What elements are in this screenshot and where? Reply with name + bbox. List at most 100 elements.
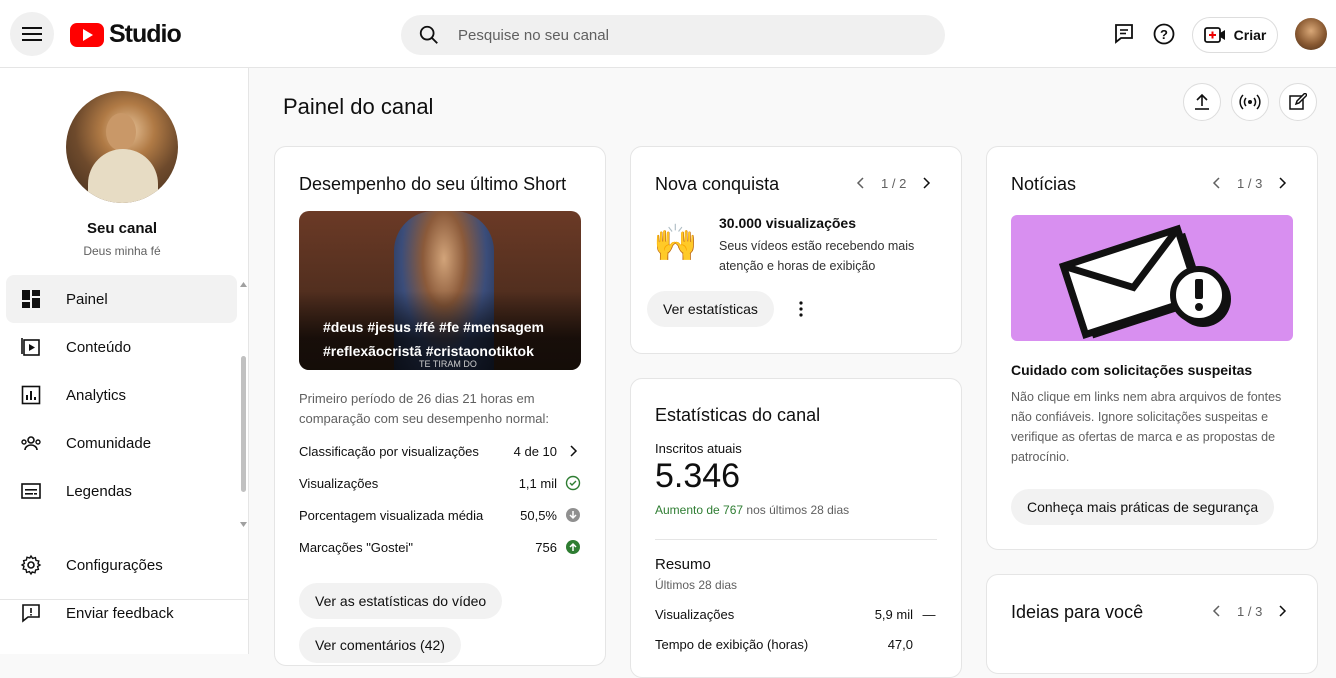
sidebar-item-label: Painel — [66, 290, 108, 308]
hamburger-icon — [22, 27, 42, 41]
community-icon — [21, 436, 41, 451]
check-circle-icon — [565, 475, 581, 491]
feedback-icon — [22, 604, 40, 623]
metric-row: Marcações "Gostei" 756 — [299, 539, 581, 555]
pager-text: 1 / 3 — [1237, 603, 1263, 619]
chevron-left-icon[interactable] — [1209, 603, 1225, 619]
studio-logo[interactable]: Studio — [70, 20, 182, 49]
card-title: Notícias — [1011, 174, 1077, 194]
card-title: Nova conquista — [655, 174, 780, 194]
chevron-right-icon — [570, 445, 578, 457]
view-stats-button[interactable]: Ver estatísticas — [647, 291, 774, 327]
card-pager: 1 / 3 — [1209, 603, 1290, 619]
live-broadcast-icon — [1239, 94, 1261, 110]
search-input[interactable]: Pesquise no seu canal — [458, 27, 609, 44]
sidebar-item-label: Comunidade — [66, 434, 152, 452]
go-live-button[interactable] — [1231, 83, 1269, 121]
sidebar-item-analytics[interactable]: Analytics — [6, 371, 237, 419]
sidebar-item-label: Configurações — [66, 556, 163, 574]
short-thumbnail[interactable]: #deus #jesus #fé #fe #mensagem #reflexão… — [299, 211, 581, 370]
sidebar-item-label: Legendas — [66, 482, 132, 500]
security-practices-button[interactable]: Conheça mais práticas de segurança — [1011, 489, 1275, 525]
account-avatar[interactable] — [1295, 18, 1327, 50]
sidebar-item-label: Analytics — [66, 386, 127, 404]
card-pager: 1 / 2 — [853, 175, 934, 191]
channel-stats-card: Estatísticas do canal Inscritos atuais 5… — [630, 378, 962, 678]
video-stats-button[interactable]: Ver as estatísticas do vídeo — [299, 583, 503, 619]
dashboard-icon — [22, 290, 40, 308]
pager-text: 1 / 2 — [881, 175, 907, 191]
logo-text: Studio — [109, 20, 182, 48]
arrow-down-circle-icon — [566, 508, 580, 522]
period-text: Primeiro período de 26 dias 21 horas em … — [299, 391, 550, 426]
short-performance-card: Desempenho do seu último Short #deus #je… — [274, 146, 606, 666]
summary-title: Resumo — [655, 556, 711, 573]
card-pager: 1 / 3 — [1209, 175, 1290, 191]
scroll-up-icon[interactable] — [240, 281, 247, 287]
section-divider — [655, 539, 937, 540]
scroll-down-icon[interactable] — [240, 522, 247, 528]
analytics-icon — [21, 385, 41, 405]
subscribers-value: 5.346 — [655, 457, 741, 495]
add-video-icon — [1203, 27, 1225, 43]
sidebar-scrollbar[interactable] — [241, 356, 246, 492]
search-icon — [419, 25, 438, 44]
edit-icon — [1289, 93, 1307, 110]
menu-button[interactable] — [10, 12, 54, 56]
card-title: Estatísticas do canal — [655, 405, 821, 425]
sidebar-item-comunidade[interactable]: Comunidade — [6, 419, 237, 467]
metric-row[interactable]: Classificação por visualizações 4 de 10 — [299, 443, 581, 459]
thumbnail-overlay-text: TE TIRAM DO — [419, 359, 477, 369]
card-title: Desempenho do seu último Short — [299, 174, 567, 194]
arrow-up-circle-icon — [566, 540, 580, 554]
chevron-right-icon[interactable] — [1274, 175, 1290, 191]
comment-feedback-icon[interactable] — [1112, 22, 1136, 46]
metric-row: Porcentagem visualizada média 50,5% — [299, 507, 581, 523]
upload-button[interactable] — [1183, 83, 1221, 121]
summary-subtitle: Últimos 28 dias — [655, 578, 738, 592]
sidebar-item-feedback[interactable]: Enviar feedback — [6, 589, 237, 637]
summary-row: Tempo de exibição (horas) 47,0 — [655, 637, 913, 652]
search-bar[interactable]: Pesquise no seu canal — [401, 15, 945, 55]
upload-icon — [1195, 93, 1209, 110]
news-text: Não clique em links nem abra arquivos de… — [1011, 390, 1282, 464]
sidebar-item-configuracoes[interactable]: Configurações — [6, 541, 237, 589]
create-post-button[interactable] — [1279, 83, 1317, 121]
ideas-card: Ideias para você 1 / 3 — [986, 574, 1318, 674]
comments-button[interactable]: Ver comentários (42) — [299, 627, 461, 663]
channel-subtitle: Deus minha fé — [83, 244, 161, 258]
top-bar: Studio Pesquise no seu canal ? Criar — [0, 0, 1336, 68]
subtitles-icon — [21, 483, 41, 499]
pager-text: 1 / 3 — [1237, 175, 1263, 191]
metric-row: Visualizações 1,1 mil — [299, 475, 581, 491]
channel-avatar[interactable] — [66, 91, 178, 203]
gear-icon — [20, 554, 42, 576]
subscribers-growth: Aumento de 767 nos últimos 28 dias — [655, 503, 850, 517]
chevron-right-icon[interactable] — [918, 175, 934, 191]
summary-row: Visualizações 5,9 mil — — [655, 607, 936, 622]
short-caption: #deus #jesus #fé #fe #mensagem #reflexão… — [323, 319, 545, 359]
warning-envelope-icon — [1058, 224, 1231, 339]
create-button[interactable]: Criar — [1192, 17, 1278, 53]
help-icon[interactable]: ? — [1152, 22, 1176, 46]
sidebar-item-painel[interactable]: Painel — [6, 275, 237, 323]
channel-name: Seu canal — [86, 220, 158, 237]
trend-flat-icon: — — [922, 607, 936, 622]
content-icon — [21, 338, 40, 356]
news-image — [1011, 215, 1293, 341]
news-heading: Cuidado com solicitações suspeitas — [1011, 362, 1253, 378]
chevron-left-icon[interactable] — [1209, 175, 1225, 191]
svg-text:?: ? — [1160, 27, 1168, 42]
sidebar-item-conteudo[interactable]: Conteúdo — [6, 323, 237, 371]
sidebar-item-label: Enviar feedback — [66, 604, 174, 622]
sidebar-item-legendas[interactable]: Legendas — [6, 467, 237, 515]
achievement-card: Nova conquista 1 / 2 🙌 30.000 visualizaç… — [630, 146, 962, 354]
page-title: Painel do canal — [283, 94, 434, 119]
raised-hands-icon: 🙌 — [653, 222, 698, 263]
card-title: Ideias para você — [1011, 602, 1144, 622]
chevron-right-icon[interactable] — [1274, 603, 1290, 619]
more-options-icon[interactable] — [791, 299, 811, 319]
chevron-left-icon[interactable] — [853, 175, 869, 191]
youtube-play-icon — [70, 22, 104, 47]
sidebar-item-label: Conteúdo — [66, 338, 132, 356]
